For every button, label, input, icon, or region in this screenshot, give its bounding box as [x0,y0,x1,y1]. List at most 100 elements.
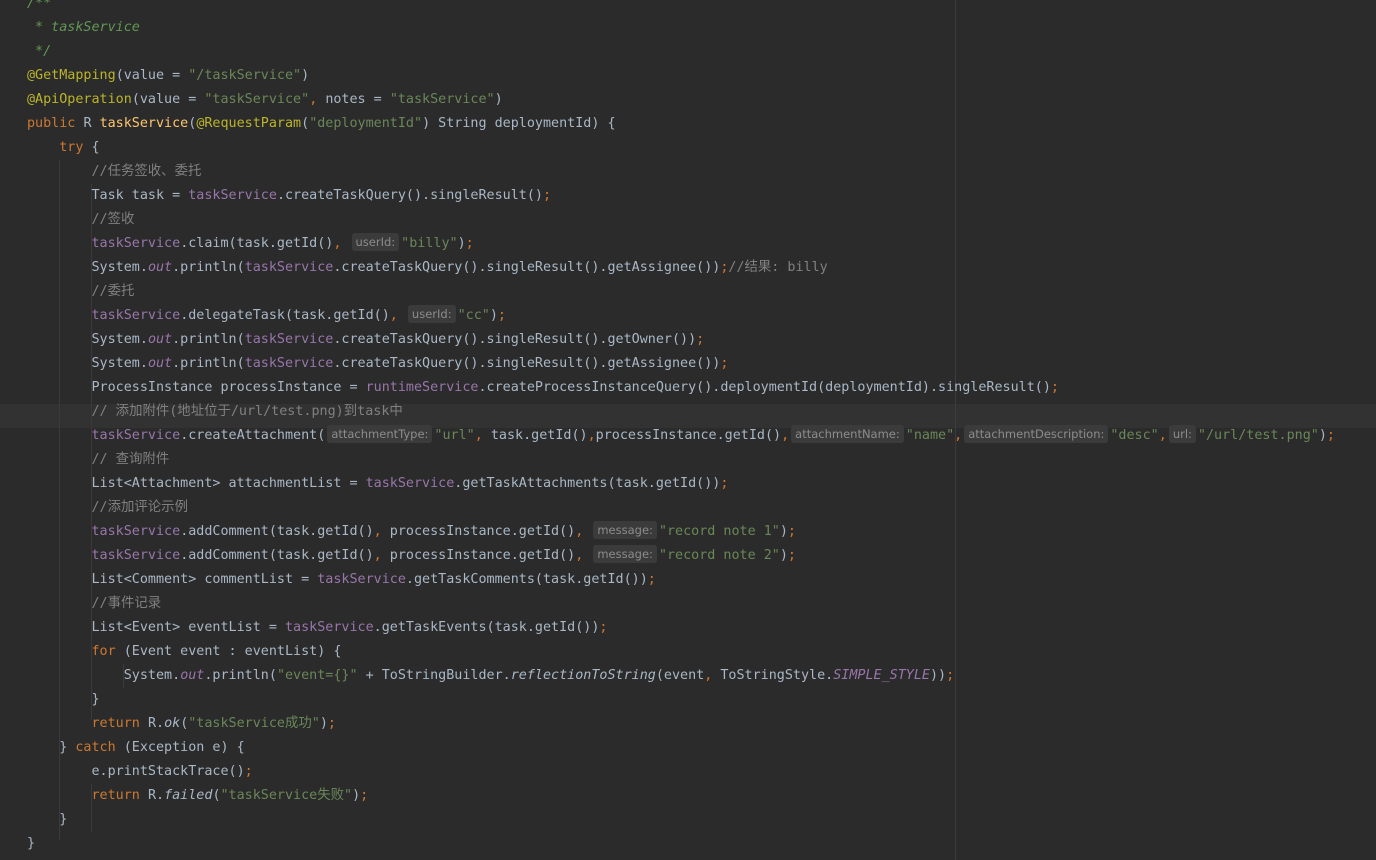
code-token: .createTaskQuery().singleResult().getOwn… [333,332,697,347]
code-line[interactable]: for (Event event : eventList) { [27,640,1335,664]
code-line[interactable]: @GetMapping(value = "/taskService") [27,64,1335,88]
code-line[interactable]: System.out.println(taskService.createTas… [27,328,1335,352]
keyword-token: ; [360,788,369,803]
code-line[interactable]: List<Comment> commentList = taskService.… [27,568,1335,592]
code-line[interactable]: Task task = taskService.createTaskQuery(… [27,184,1335,208]
keyword-token: , [704,668,721,683]
code-line[interactable]: taskService.addComment(task.getId(), pro… [27,544,1335,568]
code-token: (event [655,668,705,683]
code-token: ) [352,788,361,803]
keyword-token: ; [720,356,729,371]
code-line[interactable]: //任务签收、委托 [27,160,1335,184]
code-line[interactable]: //签收 [27,208,1335,232]
code-line[interactable]: ProcessInstance processInstance = runtim… [27,376,1335,400]
comment-token: //任务签收、委托 [91,164,202,179]
code-line[interactable]: } [27,688,1335,712]
code-line[interactable]: // 查询附件 [27,448,1335,472]
code-token: ) [1318,428,1327,443]
code-line[interactable]: return R.ok("taskService成功"); [27,712,1335,736]
keyword-token: , [373,548,390,563]
code-line[interactable]: } catch (Exception e) { [27,736,1335,760]
code-token: .addComment(task.getId() [180,524,374,539]
keyword-token: , [474,428,491,443]
keyword-token: ; [787,524,796,539]
code-line[interactable]: //委托 [27,280,1335,304]
parameter-hint: message: [593,521,657,539]
code-line[interactable]: } [27,808,1335,832]
string-token: "billy" [401,236,458,251]
code-line[interactable]: taskService.claim(task.getId(), userId: "… [27,232,1335,256]
field-token: taskService [91,428,181,443]
code-token: } [27,836,36,851]
field-token: taskService [91,308,181,323]
keyword-token: , [1158,428,1167,443]
code-line[interactable]: System.out.println("event={}" + ToString… [27,664,1335,688]
keyword-token: , [333,236,350,251]
keyword-token: ; [599,620,608,635]
field-token: taskService [317,572,406,587]
constant-token: SIMPLE_STYLE [833,668,930,683]
keyword-token: , [389,308,406,323]
code-token: System. [27,332,148,347]
keyword-token: catch [75,740,124,755]
code-line[interactable]: List<Event> eventList = taskService.getT… [27,616,1335,640]
code-line[interactable]: //添加评论示例 [27,496,1335,520]
code-line[interactable]: return R.failed("taskService失败"); [27,784,1335,808]
field-token: taskService [91,236,181,251]
code-line[interactable]: //事件记录 [27,592,1335,616]
code-line[interactable]: */ [27,40,1335,64]
static-field-token: out [147,332,173,347]
code-token: ) [494,92,503,107]
keyword-token: return [91,716,148,731]
code-line[interactable]: @ApiOperation(value = "taskService", not… [27,88,1335,112]
code-token: notes = [325,92,390,107]
code-line[interactable]: // 添加附件(地址位于/url/test.png)到task中 [27,400,1335,424]
code-line[interactable]: taskService.delegateTask(task.getId(), u… [27,304,1335,328]
string-token: "record note 2" [658,548,780,563]
code-token: } [27,812,68,827]
code-token: System. [27,668,181,683]
string-token: "/url/test.png" [1197,428,1319,443]
field-token: taskService [188,188,277,203]
parameter-hint: attachmentType: [327,425,433,443]
code-editor[interactable]: /** * taskService */ @GetMapping(value = … [0,0,1376,860]
code-line[interactable]: taskService.createAttachment(attachmentT… [27,424,1335,448]
code-line[interactable]: List<Attachment> attachmentList = taskSe… [27,472,1335,496]
code-area[interactable]: /** * taskService */ @GetMapping(value = … [27,0,1335,856]
code-token: .createTaskQuery().singleResult().getAss… [333,356,721,371]
annotation-token: @RequestParam [196,116,302,131]
code-line[interactable]: * taskService [27,16,1335,40]
code-line[interactable]: /** [27,0,1335,16]
code-token: ) [779,524,788,539]
code-line[interactable]: taskService.addComment(task.getId(), pro… [27,520,1335,544]
field-token: taskService [365,476,455,491]
code-token: .getTaskComments(task.getId()) [405,572,648,587]
code-token: processInstance.getId() [389,548,576,563]
code-token: R. [147,716,165,731]
code-line[interactable]: public R taskService(@RequestParam("depl… [27,112,1335,136]
code-line[interactable]: System.out.println(taskService.createTas… [27,256,1335,280]
parameter-hint: message: [593,545,657,563]
keyword-token: ; [244,764,253,779]
code-token: R. [147,788,165,803]
code-line[interactable]: } [27,832,1335,856]
keyword-token: ; [327,716,336,731]
code-token: R [83,116,100,131]
keyword-token: , [575,548,592,563]
code-line[interactable]: e.printStackTrace(); [27,760,1335,784]
code-line[interactable]: System.out.println(taskService.createTas… [27,352,1335,376]
keyword-token: ; [542,188,552,203]
string-token: "deploymentId" [309,116,423,131]
keyword-token: ; [1326,428,1335,443]
code-token: } [27,692,100,707]
code-token: ) [779,548,788,563]
code-token: .println( [172,356,245,371]
code-token: System. [27,356,148,371]
code-token: Task task = [27,188,189,203]
code-line[interactable]: try { [27,136,1335,160]
